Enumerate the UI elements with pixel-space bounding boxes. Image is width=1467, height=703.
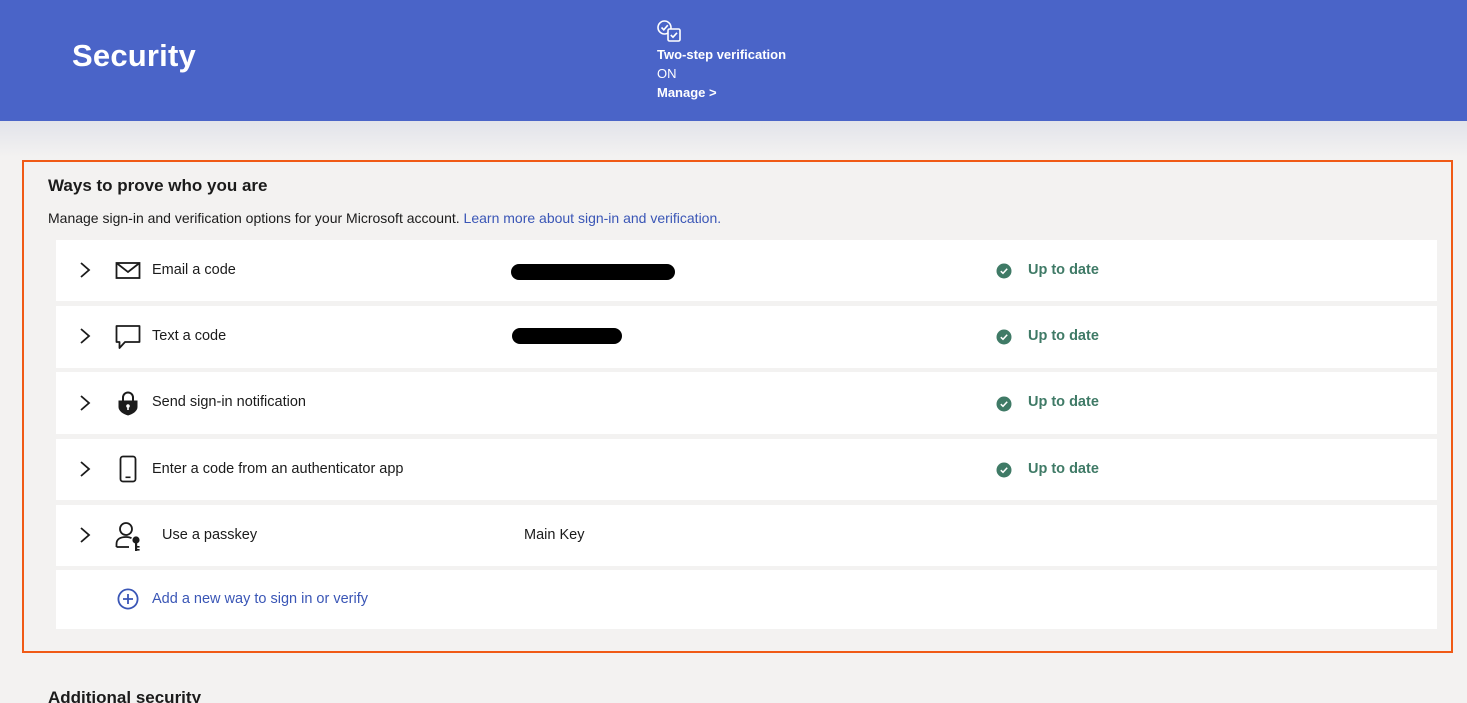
passkey-icon <box>115 522 140 551</box>
section-title: Ways to prove who you are <box>48 176 268 195</box>
status-text: Up to date <box>1028 328 1099 344</box>
method-row-authenticator[interactable]: Enter a code from an authenticator app U… <box>56 439 1437 500</box>
status-text: Up to date <box>1028 262 1099 278</box>
chevron-right-icon[interactable] <box>78 526 92 544</box>
chevron-right-icon[interactable] <box>78 261 92 279</box>
section-description-text: Manage sign-in and verification options … <box>48 210 460 226</box>
check-circle-icon <box>996 263 1012 279</box>
two-step-title: Two-step verification <box>657 47 787 62</box>
add-circle-icon[interactable] <box>117 588 139 610</box>
chevron-right-icon[interactable] <box>78 327 92 345</box>
add-method-link[interactable]: Add a new way to sign in or verify <box>152 591 368 607</box>
two-step-verification-icon <box>657 20 681 42</box>
redacted-detail <box>512 328 622 344</box>
security-header: Security Two-step verification ON Manage… <box>0 0 1467 121</box>
chevron-right-icon[interactable] <box>78 460 92 478</box>
lock-shield-icon <box>118 391 138 416</box>
chevron-right-icon[interactable] <box>78 394 92 412</box>
method-row-email[interactable]: Email a code Up to date <box>56 240 1437 301</box>
two-step-status: ON <box>657 66 677 81</box>
method-label: Send sign-in notification <box>152 394 306 410</box>
check-circle-icon <box>996 462 1012 478</box>
check-circle-icon <box>996 396 1012 412</box>
method-row-text[interactable]: Text a code Up to date <box>56 306 1437 368</box>
status-text: Up to date <box>1028 394 1099 410</box>
mail-icon <box>115 262 141 279</box>
section-description: Manage sign-in and verification options … <box>48 210 721 226</box>
learn-more-link[interactable]: Learn more about sign-in and verificatio… <box>464 210 722 226</box>
method-row-notification[interactable]: Send sign-in notification Up to date <box>56 372 1437 434</box>
method-row-passkey[interactable]: Use a passkey Main Key <box>56 505 1437 566</box>
page-title: Security <box>72 38 196 73</box>
method-label: Use a passkey <box>162 527 258 543</box>
header-shadow <box>0 121 1467 157</box>
two-step-manage-link[interactable]: Manage > <box>657 85 717 100</box>
method-label: Email a code <box>152 262 236 278</box>
passkey-name: Main Key <box>524 527 585 543</box>
additional-security-title: Additional security <box>48 688 202 703</box>
status-text: Up to date <box>1028 461 1099 477</box>
method-label: Text a code <box>152 328 227 344</box>
method-label: Enter a code from an authenticator app <box>152 461 404 477</box>
redacted-detail <box>511 264 675 280</box>
add-method-row[interactable]: Add a new way to sign in or verify <box>56 570 1437 629</box>
check-circle-icon <box>996 329 1012 345</box>
phone-icon <box>119 455 137 483</box>
chat-bubble-icon <box>115 325 141 349</box>
